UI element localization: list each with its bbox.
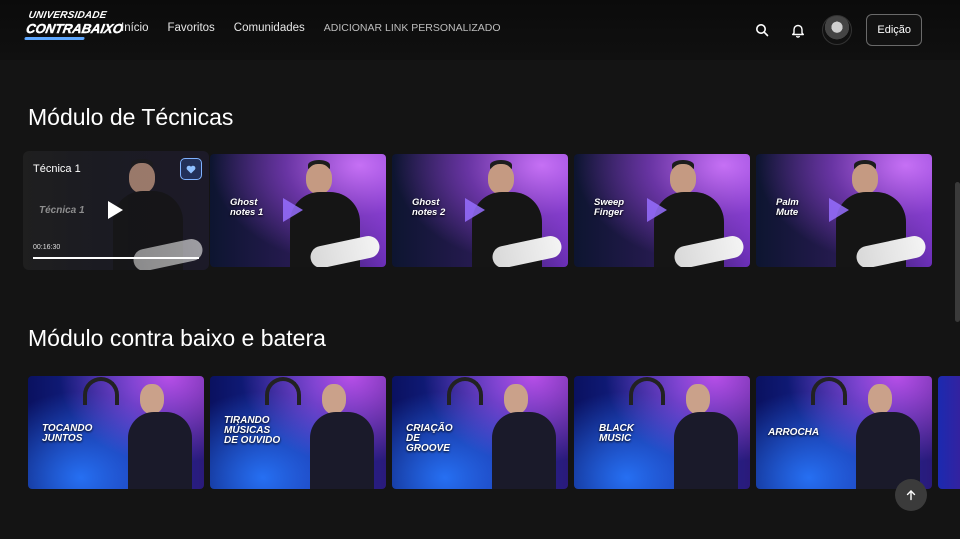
carousel-tecnicas: Técnica 1 Técnica 1 00:16:30 Ghost notes…	[23, 151, 938, 270]
lesson-card-label: Ghost notes 2	[412, 197, 446, 218]
drummer-headphones-image	[83, 377, 119, 405]
lesson-card-label: CRIAÇÃO DE GROOVE	[406, 423, 453, 454]
lesson-card[interactable]: CRIAÇÃO DE GROOVE	[392, 376, 568, 489]
lesson-card-label: TOCANDO JUNTOS	[42, 423, 93, 444]
nav-comunidades[interactable]: Comunidades	[234, 22, 305, 34]
watch-progress-bar	[33, 257, 199, 259]
section-title-contrabaixo-batera: Módulo contra baixo e batera	[28, 325, 326, 351]
drummer-headphones-image	[811, 377, 847, 405]
drummer-headphones-image	[447, 377, 483, 405]
watch-progress-fill	[33, 257, 199, 259]
instructor-image	[674, 384, 738, 489]
section-title-tecnicas: Módulo de Técnicas	[28, 104, 234, 130]
instructor-image	[492, 384, 556, 489]
page: UNIVERSIDADE CONTRABAIXO Início Favorito…	[0, 0, 960, 539]
lesson-card[interactable]: Palm Mute	[756, 154, 932, 267]
lesson-card[interactable]: TOCANDO JUNTOS	[28, 376, 204, 489]
lesson-card-label: Ghost notes 1	[230, 197, 264, 218]
favorite-heart-icon[interactable]	[180, 158, 202, 180]
carousel-contrabaixo-batera: TOCANDO JUNTOS TIRANDO MÚSICAS DE OUVIDO…	[28, 376, 938, 489]
nav-favoritos[interactable]: Favoritos	[168, 22, 215, 34]
logo[interactable]: UNIVERSIDADE CONTRABAIXO	[22, 10, 125, 50]
lesson-card-label: BLACK MUSIC	[599, 423, 634, 444]
search-icon[interactable]	[752, 20, 772, 40]
play-icon[interactable]	[108, 201, 123, 219]
page-scrollbar[interactable]	[955, 182, 960, 322]
nav-add-custom-link[interactable]: ADICIONAR LINK PERSONALIZADO	[324, 22, 501, 34]
lesson-card-partial[interactable]	[938, 376, 960, 489]
arrow-up-icon	[906, 490, 916, 501]
lesson-card-label: Palm Mute	[776, 197, 799, 218]
drummer-headphones-image	[265, 377, 301, 405]
logo-swoosh	[24, 37, 85, 40]
main-nav: Início Favoritos Comunidades ADICIONAR L…	[121, 22, 520, 34]
lesson-card[interactable]: Ghost notes 2	[392, 154, 568, 267]
lesson-card[interactable]: Sweep Finger	[574, 154, 750, 267]
lesson-card[interactable]: TIRANDO MÚSICAS DE OUVIDO	[210, 376, 386, 489]
lesson-card[interactable]: BLACK MUSIC	[574, 376, 750, 489]
scroll-to-top-button[interactable]	[895, 479, 927, 511]
instructor-image	[856, 384, 920, 489]
lesson-title: Técnica 1	[33, 163, 81, 175]
header-actions: Edição	[752, 14, 922, 46]
bell-icon[interactable]	[788, 20, 808, 40]
thumbnail-label: Técnica 1	[39, 205, 85, 216]
lesson-card-featured[interactable]: Técnica 1 Técnica 1 00:16:30	[23, 151, 209, 270]
lesson-duration: 00:16:30	[33, 244, 61, 251]
lesson-card-label: Sweep Finger	[594, 197, 625, 218]
instructor-image	[128, 384, 192, 489]
logo-line-2: CONTRABAIXO	[24, 21, 125, 36]
avatar[interactable]	[822, 15, 853, 45]
lesson-card[interactable]: ARROCHA	[756, 376, 932, 489]
top-navbar: UNIVERSIDADE CONTRABAIXO Início Favorito…	[0, 0, 960, 60]
instructor-image	[310, 384, 374, 489]
lesson-card-label: ARROCHA	[768, 427, 820, 438]
lesson-card-label: TIRANDO MÚSICAS DE OUVIDO	[224, 415, 281, 446]
drummer-headphones-image	[629, 377, 665, 405]
nav-inicio[interactable]: Início	[121, 22, 149, 34]
edit-button[interactable]: Edição	[866, 14, 922, 46]
lesson-card[interactable]: Ghost notes 1	[210, 154, 386, 267]
